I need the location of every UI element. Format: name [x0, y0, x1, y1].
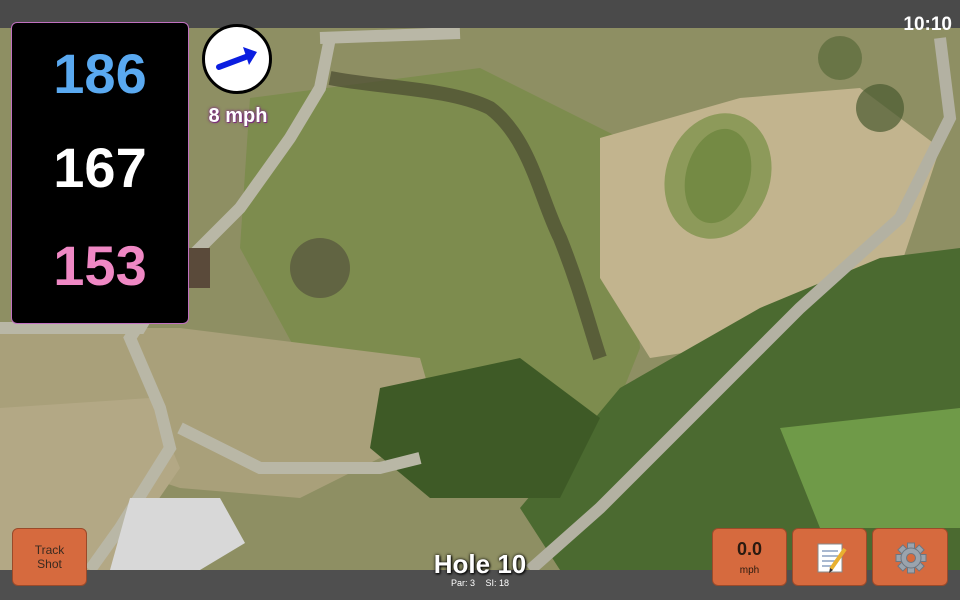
hole-par: Par: 3	[450, 578, 475, 588]
notepad-icon	[817, 543, 847, 573]
wind-arrow-icon	[216, 47, 257, 70]
middle-distance: 167	[53, 136, 147, 199]
notes-button[interactable]	[792, 528, 867, 586]
hole-info: Par: 3 SI: 18	[380, 578, 580, 588]
back-distance: 186	[53, 42, 147, 105]
front-distance: 153	[53, 234, 147, 297]
track-shot-label-line2: Shot	[37, 557, 62, 571]
speed-unit: mph	[739, 565, 760, 576]
speed-button[interactable]: 0.0 mph	[712, 528, 787, 586]
track-shot-label-line1: Track	[34, 543, 65, 557]
distance-panel: 186 167 153	[11, 22, 189, 324]
settings-button[interactable]	[872, 528, 948, 586]
track-shot-button[interactable]: Track Shot	[12, 528, 87, 586]
clock-time: 10:10	[903, 14, 952, 35]
wind-speed-label: 8 mph	[208, 105, 268, 127]
hole-stroke-index: SI: 18	[485, 578, 510, 588]
wind-indicator[interactable]	[202, 24, 272, 94]
hole-title: Hole 10	[433, 549, 527, 579]
gear-icon	[895, 542, 927, 574]
speed-value: 0.0	[736, 539, 763, 559]
